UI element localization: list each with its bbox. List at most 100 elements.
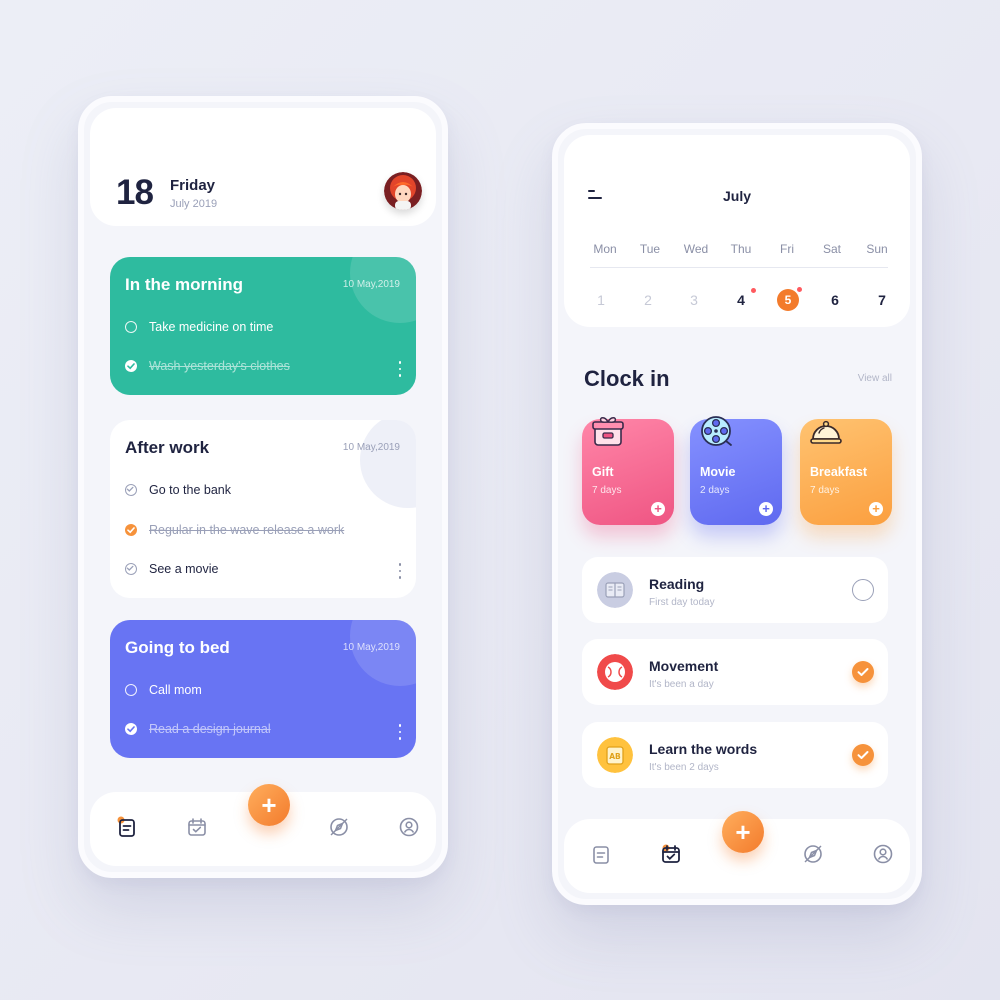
weekday-label: Thu <box>730 242 752 256</box>
habit-row-movement[interactable]: Movement It's been a day <box>582 639 888 705</box>
tile-days: 7 days <box>592 485 622 496</box>
checkbox-check-outline-icon[interactable] <box>125 484 137 496</box>
view-all-link[interactable]: View all <box>858 373 892 384</box>
checkbox-check-outline-icon[interactable] <box>125 563 137 575</box>
tile-days: 2 days <box>700 485 730 496</box>
section-title: Clock in <box>584 366 670 391</box>
month-title: July <box>722 188 751 204</box>
card-date: 10 May,2019 <box>342 642 400 653</box>
user-profile-icon[interactable] <box>398 816 420 838</box>
weekday-label: Sun <box>866 242 888 256</box>
card-title: Going to bed <box>125 638 230 657</box>
task-label: See a movie <box>149 562 219 576</box>
more-options-icon[interactable] <box>398 563 402 579</box>
calendar-day[interactable]: 1 <box>581 292 621 308</box>
avatar[interactable] <box>384 172 422 210</box>
task-item[interactable]: Regular in the wave release a work <box>125 520 344 540</box>
add-tile-button[interactable]: + <box>651 502 665 516</box>
bottom-nav: + <box>90 784 436 866</box>
habit-check-checked-icon[interactable] <box>852 661 874 683</box>
calendar-day[interactable]: 2 <box>628 292 668 308</box>
calendar-check-icon[interactable] <box>660 843 682 865</box>
checkbox-empty-icon[interactable] <box>125 684 137 696</box>
habit-subtitle: First day today <box>649 597 715 608</box>
task-item[interactable]: Call mom <box>125 680 202 700</box>
add-tile-button[interactable]: + <box>869 502 883 516</box>
day-number: 18 <box>116 173 154 212</box>
add-fab-button[interactable]: + <box>722 811 764 853</box>
task-label: Call mom <box>149 683 202 697</box>
task-label: Wash yesterday's clothes <box>149 359 290 373</box>
task-item[interactable]: See a movie <box>125 559 218 579</box>
task-item[interactable]: Wash yesterday's clothes <box>125 356 290 376</box>
calendar-day[interactable]: 7 <box>862 292 902 308</box>
weekday-label: Mon <box>593 242 617 256</box>
weekday-label: Fri <box>780 242 794 256</box>
tile-name: Movie <box>700 465 736 479</box>
checkbox-checked-icon[interactable] <box>125 723 137 735</box>
compass-icon[interactable] <box>802 843 824 865</box>
clock-in-tile-movie[interactable]: Movie 2 days + <box>690 416 782 525</box>
tile-name: Breakfast <box>810 465 867 479</box>
clipboard-list-icon[interactable] <box>590 843 612 865</box>
weekday-label: Sat <box>822 242 841 256</box>
calendar-check-icon[interactable] <box>186 816 208 838</box>
task-card-morning[interactable]: In the morning 10 May,2019 Take medicine… <box>110 257 416 395</box>
compass-icon[interactable] <box>328 816 350 838</box>
add-tile-button[interactable]: + <box>759 502 773 516</box>
card-title: After work <box>125 438 210 457</box>
bottom-nav: + <box>564 811 910 893</box>
task-item[interactable]: Go to the bank <box>125 480 231 500</box>
event-dot <box>797 287 802 292</box>
task-item[interactable]: Take medicine on time <box>125 317 273 337</box>
habit-name: Movement <box>649 658 719 674</box>
habit-check-checked-icon[interactable] <box>852 744 874 766</box>
clock-in-tile-breakfast[interactable]: Breakfast 7 days + <box>800 419 892 525</box>
habit-row-learn-words[interactable]: AB Learn the words It's been 2 days <box>582 722 888 788</box>
task-item[interactable]: Read a design journal <box>125 719 271 739</box>
checkbox-checked-icon[interactable] <box>125 524 137 536</box>
food-cloche-icon <box>810 420 842 444</box>
divider <box>590 267 888 268</box>
date-header: 18 Friday July 2019 <box>90 108 436 226</box>
clock-in-tile-gift[interactable]: Gift 7 days + <box>582 417 674 525</box>
user-profile-icon[interactable] <box>872 843 894 865</box>
habit-row-reading[interactable]: Reading First day today <box>582 557 888 623</box>
book-icon <box>597 572 633 608</box>
task-label: Regular in the wave release a work <box>149 523 345 537</box>
day-name: Friday <box>170 177 216 194</box>
calendar-day[interactable]: 6 <box>815 292 855 308</box>
card-decoration <box>360 420 416 508</box>
habit-subtitle: It's been 2 days <box>649 762 719 773</box>
habit-name: Learn the words <box>649 741 758 757</box>
task-card-after-work[interactable]: After work 10 May,2019 Go to the bank Re… <box>110 420 416 598</box>
clock-in-screen: July Mon Tue Wed Thu Fri Sat Sun 1 2 3 4… <box>552 123 922 905</box>
habit-subtitle: It's been a day <box>649 679 714 690</box>
checkbox-checked-icon[interactable] <box>125 360 137 372</box>
card-decoration <box>350 257 416 323</box>
more-options-icon[interactable] <box>398 724 402 740</box>
add-fab-button[interactable]: + <box>248 784 290 826</box>
task-label: Read a design journal <box>149 722 271 736</box>
svg-text:AB: AB <box>609 752 621 761</box>
habit-name: Reading <box>649 576 705 592</box>
calendar-day-selected[interactable]: 5 <box>768 289 808 311</box>
clipboard-list-icon[interactable] <box>116 816 138 838</box>
film-reel-icon <box>701 416 732 446</box>
event-dot <box>751 288 756 293</box>
gift-icon <box>592 417 624 446</box>
month-year: July 2019 <box>170 198 218 210</box>
task-list-screen: 18 Friday July 2019 In the morning 10 Ma… <box>78 96 448 878</box>
calendar-day[interactable]: 3 <box>674 292 714 308</box>
habit-check-empty-icon[interactable] <box>852 579 874 601</box>
ball-icon <box>597 654 633 690</box>
calendar-day[interactable]: 4 <box>721 292 761 308</box>
calendar-card: July Mon Tue Wed Thu Fri Sat Sun 1 2 3 4… <box>564 135 910 327</box>
weekday-label: Tue <box>639 242 661 256</box>
checkbox-empty-icon[interactable] <box>125 321 137 333</box>
more-options-icon[interactable] <box>398 361 402 377</box>
task-card-going-to-bed[interactable]: Going to bed 10 May,2019 Call mom Read a… <box>110 620 416 758</box>
task-label: Take medicine on time <box>149 320 274 334</box>
weekday-label: Wed <box>683 242 709 256</box>
card-date: 10 May,2019 <box>342 442 400 453</box>
